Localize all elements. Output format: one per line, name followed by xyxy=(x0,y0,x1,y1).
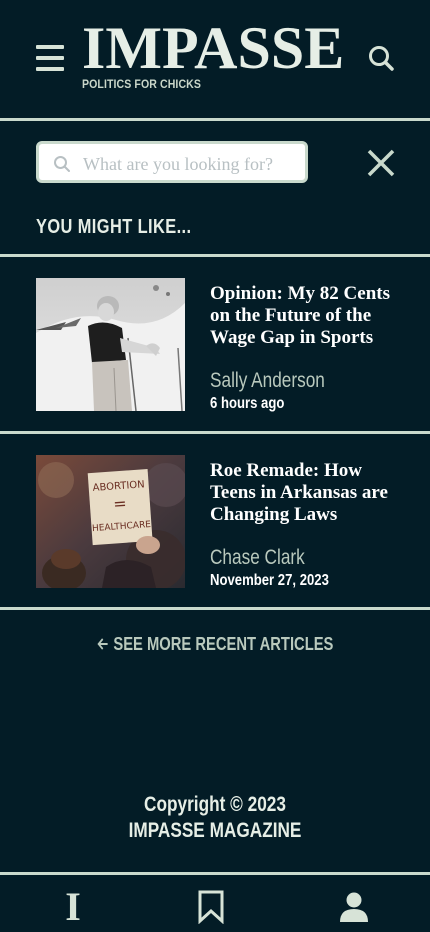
profile-icon[interactable] xyxy=(336,887,372,927)
search-icon[interactable] xyxy=(368,45,394,71)
brand-name: IMPASSE xyxy=(82,15,345,81)
article-title[interactable]: Opinion: My 82 Cents on the Future of th… xyxy=(210,283,410,349)
section-title: YOU MIGHT LIKE... xyxy=(36,216,192,238)
magazine-name: IMPASSE MAGAZINE xyxy=(128,819,302,842)
article-author[interactable]: Chase Clark xyxy=(210,546,305,570)
article-thumbnail[interactable]: ABORTION = HEALTHCARE xyxy=(36,455,185,588)
close-icon[interactable] xyxy=(366,148,396,178)
search-field-icon xyxy=(54,156,70,172)
search-input[interactable] xyxy=(81,150,305,178)
article-title[interactable]: Roe Remade: How Teens in Arkansas are Ch… xyxy=(210,460,410,526)
bottom-navigation: I xyxy=(0,872,430,932)
see-more-link[interactable]: SEE MORE RECENT ARTICLES xyxy=(0,634,430,655)
home-nav-button[interactable]: I xyxy=(52,887,94,927)
footer: Copyright © 2023 IMPASSE MAGAZINE xyxy=(0,792,430,844)
see-more-label: SEE MORE RECENT ARTICLES xyxy=(113,634,334,654)
brand-logo[interactable]: IMPASSE POLITICS FOR CHICKS xyxy=(82,18,344,91)
article-thumbnail[interactable] xyxy=(36,278,185,411)
arrow-left-icon xyxy=(97,634,108,655)
article-date: 6 hours ago xyxy=(210,395,285,412)
impasse-i-icon: I xyxy=(65,884,81,929)
brand-tagline: POLITICS FOR CHICKS xyxy=(82,77,202,91)
article-author[interactable]: Sally Anderson xyxy=(210,369,325,393)
article-card[interactable]: Opinion: My 82 Cents on the Future of th… xyxy=(0,257,430,433)
article-divider xyxy=(0,607,430,610)
bookmark-icon[interactable] xyxy=(194,887,228,927)
sign-text-line-2: = xyxy=(113,494,128,514)
article-date: November 27, 2023 xyxy=(210,572,329,589)
site-header: IMPASSE POLITICS FOR CHICKS xyxy=(0,0,430,118)
hamburger-menu-icon[interactable] xyxy=(36,45,64,71)
header-divider xyxy=(0,118,430,121)
search-field[interactable] xyxy=(36,141,308,183)
article-card[interactable]: ABORTION = HEALTHCARE Roe Remade: How Te… xyxy=(0,434,430,610)
copyright-text: Copyright © 2023 xyxy=(144,793,286,816)
